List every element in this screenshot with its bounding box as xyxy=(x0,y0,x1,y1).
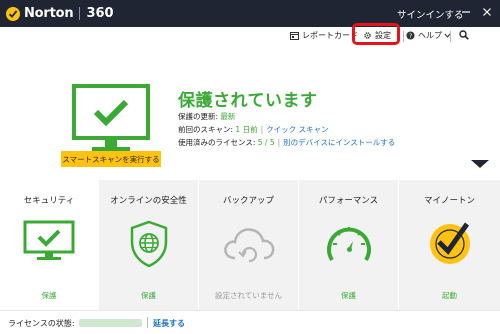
norton-check-logo-icon xyxy=(6,6,20,21)
update-value: 最新 xyxy=(220,112,236,121)
brand-divider xyxy=(79,7,81,20)
last-scan-label: 前回のスキャン: xyxy=(178,125,234,134)
search-button[interactable] xyxy=(459,30,472,40)
tile-my-norton[interactable]: マイノートン 起動 xyxy=(398,180,500,310)
tile-status: 保護 xyxy=(341,291,356,300)
tile-online-safety[interactable]: オンラインの安全性 保護 xyxy=(98,180,198,310)
close-button[interactable] xyxy=(479,4,495,20)
install-other-device-link[interactable]: 別のデバイスにインストールする xyxy=(283,138,395,147)
license-status-label: ライセンスの状態: xyxy=(8,319,75,328)
tile-status: 起動 xyxy=(442,291,457,300)
extend-license-link[interactable]: 延長する xyxy=(153,318,185,329)
report-card-label: レポートカード xyxy=(302,31,358,40)
tile-status: 保護 xyxy=(141,291,156,300)
report-card-button[interactable]: レポートカード xyxy=(290,30,358,41)
brand-version: 360 xyxy=(86,6,114,21)
close-icon xyxy=(483,8,491,16)
tile-backup[interactable]: バックアップ 設定されていません xyxy=(198,180,298,310)
calendar-icon xyxy=(290,32,299,40)
tile-status: 保護 xyxy=(41,291,57,300)
tile-title: オンラインの安全性 xyxy=(110,196,187,206)
tile-status: 設定されていません xyxy=(214,291,283,300)
help-icon: ? xyxy=(406,31,415,40)
feature-tiles: セキュリティ 保護 オンラインの安全性 保護 バックアップ 設定されていません xyxy=(0,180,500,310)
collapse-arrow-icon[interactable] xyxy=(471,160,489,169)
minimize-icon xyxy=(462,11,470,13)
footer: ライセンスの状態: 延長する xyxy=(0,310,500,334)
settings-highlight-box xyxy=(352,23,400,45)
toolbar-divider xyxy=(403,31,404,42)
tile-title: セキュリティ xyxy=(23,196,75,206)
tile-security[interactable]: セキュリティ 保護 xyxy=(0,180,98,310)
separator: | xyxy=(277,138,281,147)
svg-text:?: ? xyxy=(409,33,412,40)
cloud-sync-icon xyxy=(223,228,274,263)
norton-logo: Norton 360 xyxy=(6,5,114,22)
toolbar: レポートカード 設定 ? ヘルプ xyxy=(0,27,500,46)
update-status-line: 保護の更新: 最新 xyxy=(178,111,235,122)
license-usage-label: 使用済みのライセンス: xyxy=(178,138,256,147)
tile-title: パフォーマンス xyxy=(318,196,379,206)
speedometer-icon xyxy=(326,227,371,262)
update-label: 保護の更新: xyxy=(178,112,219,121)
tile-title: マイノートン xyxy=(423,196,475,206)
help-label: ヘルプ xyxy=(418,31,442,40)
brand-name: Norton xyxy=(24,6,74,21)
quick-scan-link[interactable]: クイック スキャン xyxy=(266,125,328,134)
tile-title: バックアップ xyxy=(222,196,274,206)
tile-performance[interactable]: パフォーマンス 保護 xyxy=(298,180,398,310)
search-icon xyxy=(459,30,469,40)
toolbar-divider xyxy=(450,31,451,42)
shield-globe-icon xyxy=(130,220,167,268)
monitor-check-icon xyxy=(23,220,75,260)
title-bar: Norton 360 サインインする xyxy=(0,0,500,27)
minimize-button[interactable] xyxy=(458,4,474,20)
license-usage-line: 使用済みのライセンス: 5 / 5 | 別のデバイスにインストールする xyxy=(178,137,395,148)
license-status-value-redacted xyxy=(79,319,142,327)
last-scan-value: 1 日前 xyxy=(235,125,258,134)
license-usage-value: 5 / 5 xyxy=(257,138,275,147)
signin-link[interactable]: サインインする xyxy=(397,7,464,21)
smart-scan-button[interactable]: スマートスキャンを実行する xyxy=(61,151,161,167)
footer-divider xyxy=(147,317,148,328)
norton-check-icon xyxy=(429,222,470,264)
last-scan-line: 前回のスキャン: 1 日前 | クイック スキャン xyxy=(178,124,329,135)
help-button[interactable]: ? ヘルプ xyxy=(406,30,454,41)
protection-status-title: 保護されています xyxy=(178,91,318,111)
separator: | xyxy=(260,125,264,134)
